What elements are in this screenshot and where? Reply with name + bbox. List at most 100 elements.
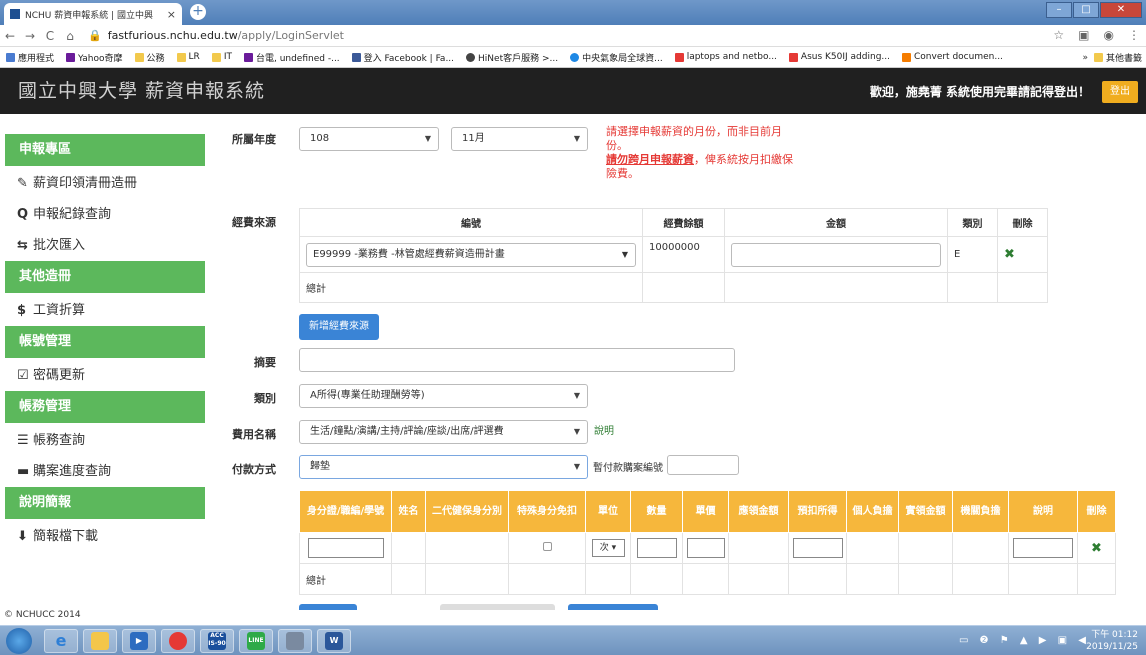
home-icon[interactable]: ⌂ [60, 29, 80, 43]
partial-button[interactable] [440, 604, 555, 610]
table-row: 次 ▾ ✖ [299, 532, 1116, 564]
tab-close-icon[interactable]: × [167, 8, 176, 21]
note-input[interactable] [1013, 538, 1073, 558]
sidebar-section-report: 申報專區 [5, 134, 205, 166]
bookmark-item[interactable]: Asus K50IJ adding... [788, 52, 890, 62]
bookmark-item[interactable]: 公務 [134, 51, 165, 64]
summary-input[interactable] [299, 348, 735, 372]
payee-header-withholding: 預扣所得 [788, 490, 847, 533]
payment-select[interactable]: 歸墊 ▼ [299, 455, 588, 479]
system-tray-icons[interactable]: ▭ ❷ ⚑ ▲ ▶ ▣ ◀ [959, 635, 1090, 646]
acc-taskbar-icon[interactable]: ACC IS-90 [200, 629, 234, 653]
month-select[interactable]: 11月 ▼ [451, 127, 588, 151]
sidebar-item-report-history[interactable]: Q 申報紀錄查詢 [5, 199, 205, 230]
add-fund-button[interactable]: 新增經費來源 [299, 314, 379, 340]
sidebar-section-other: 其他造冊 [5, 261, 205, 293]
explorer-taskbar-icon[interactable] [83, 629, 117, 653]
fee-help-link[interactable]: 說明 [594, 422, 614, 437]
sidebar-item-batch-import[interactable]: ⇆ 批次匯入 [5, 230, 205, 261]
menu-icon[interactable]: ⋮ [1128, 28, 1140, 42]
forward-icon[interactable]: → [20, 29, 40, 43]
start-button[interactable] [6, 628, 32, 654]
temp-payment-input[interactable] [667, 455, 739, 475]
bookmark-item[interactable]: IT [211, 52, 232, 62]
word-taskbar-icon[interactable]: W [317, 629, 351, 653]
site-logo[interactable]: 國立中興大學 薪資申報系統 [18, 76, 265, 103]
bookmarks-more-icon[interactable]: » [1082, 53, 1088, 63]
bookmark-item[interactable]: Convert documen... [902, 52, 1003, 62]
logout-button[interactable]: 登出 [1102, 81, 1138, 103]
import-icon: ⇆ [17, 238, 28, 253]
category-select[interactable]: A所得(專業任助理酬勞等) ▼ [299, 384, 588, 408]
sidebar-item-finance-query[interactable]: ☰ 帳務查詢 [5, 425, 205, 456]
tab-title: NCHU 薪資申報系統 | 國立中興 [25, 10, 153, 21]
browser-tab[interactable]: NCHU 薪資申報系統 | 國立中興 × [4, 3, 182, 25]
partial-button[interactable] [299, 604, 357, 610]
bookmark-item[interactable]: Yahoo奇摩 [66, 51, 123, 64]
fund-header-category: 類別 [947, 208, 998, 237]
profile-icon[interactable]: ◉ [1104, 28, 1114, 42]
fund-code-cell: E99999 -業務費 -林管處經費薪資造冊計畫 ▼ [299, 236, 643, 273]
sidebar-item-payroll-register[interactable]: ✎ 薪資印領清冊造冊 [5, 168, 205, 199]
bookmark-item[interactable]: 中央氣象局全球資... [570, 51, 663, 64]
fund-code-select[interactable]: E99999 -業務費 -林管處經費薪資造冊計畫 ▼ [306, 242, 636, 267]
fund-amount-input[interactable] [731, 242, 941, 267]
minimize-icon[interactable]: – [1046, 2, 1072, 18]
media-taskbar-icon[interactable]: ▶ [122, 629, 156, 653]
reload-icon[interactable]: C [40, 29, 60, 43]
line-taskbar-icon[interactable]: LINE [239, 629, 273, 653]
bookmark-item[interactable]: 台電, undefined -... [243, 51, 340, 64]
system-clock[interactable]: 下午 01:12 2019/11/25 [1086, 629, 1138, 653]
sidebar-section-account: 帳號管理 [5, 326, 205, 358]
payee-header-price: 單價 [682, 490, 729, 533]
payee-header-id: 身分證/職編/學號 [299, 490, 392, 533]
unit-price-input[interactable] [686, 538, 725, 558]
delete-fund-icon[interactable]: ✖ [1004, 247, 1015, 262]
payee-header-personal: 個人負擔 [846, 490, 899, 533]
payee-header-name: 姓名 [391, 490, 426, 533]
extension-icon[interactable]: ▣ [1078, 28, 1089, 42]
address-bar: ← → C ⌂ 🔒 fastfurious.nchu.edu.tw/apply/L… [0, 25, 1146, 47]
bookmark-star-icon[interactable]: ☆ [1053, 28, 1064, 42]
back-icon[interactable]: ← [0, 29, 20, 43]
pencil-icon: ✎ [17, 176, 28, 191]
close-window-icon[interactable]: ✕ [1100, 2, 1142, 18]
bookmark-item[interactable]: HiNet客戶服務 >... [466, 51, 558, 64]
sidebar-item-purchase-progress[interactable]: ▬ 購案進度查詢 [5, 456, 205, 487]
url-field[interactable]: 🔒 fastfurious.nchu.edu.tw/apply/LoginServ… [88, 29, 344, 42]
unit-select[interactable]: 次 ▾ [591, 539, 625, 557]
chrome-taskbar-icon[interactable] [161, 629, 195, 653]
bookmark-folder-other[interactable]: 其他書籤 [1093, 51, 1142, 64]
fund-amount-cell [724, 236, 948, 273]
fund-category-cell: E [947, 236, 998, 273]
ie-taskbar-icon[interactable]: e [44, 629, 78, 653]
sidebar-item-password[interactable]: ☑ 密碼更新 [5, 360, 205, 391]
fund-total-label: 總計 [299, 272, 643, 303]
table-row: 總計 [299, 563, 1116, 595]
bookmark-item[interactable]: laptops and netbo... [674, 52, 777, 62]
app-taskbar-icon[interactable] [278, 629, 312, 653]
bookmark-item[interactable]: 登入 Facebook | Fa... [351, 51, 454, 64]
payee-header-payable: 應領金額 [728, 490, 789, 533]
partial-button[interactable] [568, 604, 658, 610]
sidebar-item-wage-convert[interactable]: $ 工資折算 [5, 295, 205, 326]
payee-header-exempt: 特殊身分免扣 [508, 490, 586, 533]
fund-delete-cell: ✖ [997, 236, 1048, 273]
maximize-icon[interactable]: □ [1073, 2, 1099, 18]
quantity-input[interactable] [636, 538, 677, 558]
bookmark-item[interactable]: 應用程式 [6, 51, 54, 64]
delete-payee-icon[interactable]: ✖ [1091, 541, 1102, 556]
fund-header-balance: 經費餘額 [642, 208, 725, 237]
withholding-input[interactable] [792, 538, 843, 558]
sidebar-item-slides-download[interactable]: ⬇ 簡報檔下載 [5, 521, 205, 552]
payee-id-input[interactable] [307, 538, 384, 558]
special-exempt-checkbox[interactable] [542, 542, 552, 551]
payee-header-unit: 單位 [585, 490, 631, 533]
summary-label: 摘要 [254, 356, 276, 369]
bookmarks-bar: 應用程式 Yahoo奇摩 公務 LR IT 台電, undefined -...… [0, 47, 1146, 68]
fee-name-select[interactable]: 生活/鐘點/演講/主持/評論/座談/出席/評選費 ▼ [299, 420, 588, 444]
new-tab-button[interactable]: + [190, 4, 206, 20]
bookmark-item[interactable]: LR [176, 52, 200, 62]
window-controls: – □ ✕ [1046, 2, 1142, 18]
year-select[interactable]: 108 ▼ [299, 127, 439, 151]
